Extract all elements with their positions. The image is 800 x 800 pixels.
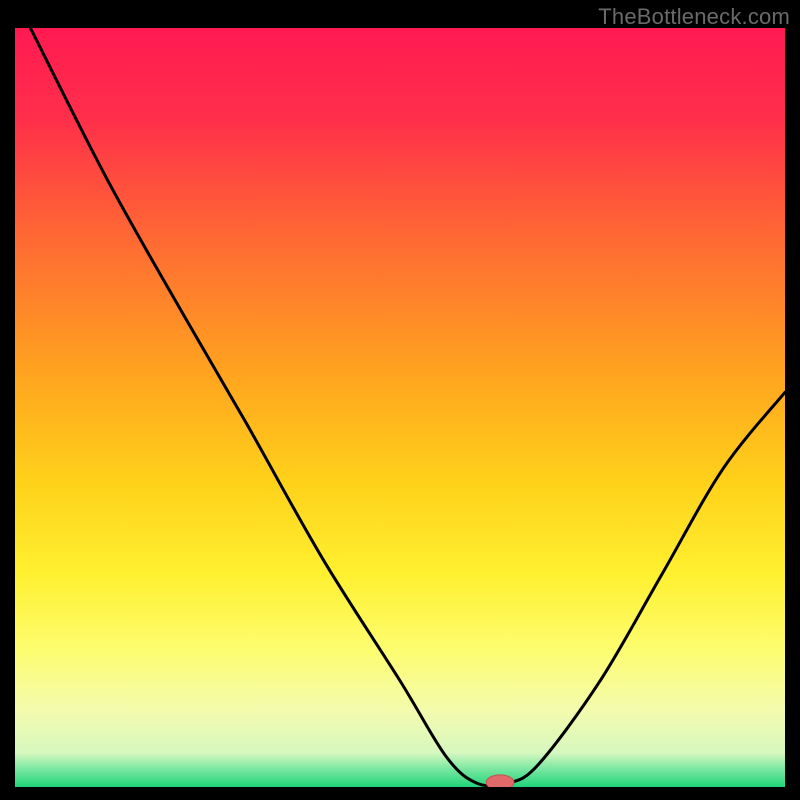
attribution-watermark: TheBottleneck.com [598,4,790,30]
gradient-background [15,28,785,787]
chart-frame: TheBottleneck.com [0,0,800,800]
bottleneck-chart [15,28,785,787]
optimal-marker [486,775,514,787]
